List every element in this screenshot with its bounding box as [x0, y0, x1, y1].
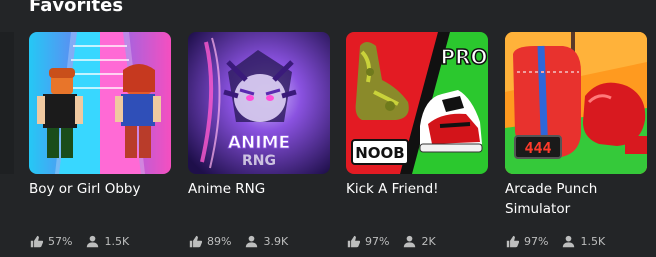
kick-a-friend-thumbnail-art: PRO NOOB: [346, 32, 488, 174]
players-stat: 3.9K: [245, 235, 288, 248]
players-value: 1.5K: [104, 234, 130, 248]
game-thumbnail[interactable]: [29, 32, 171, 174]
person-icon: [87, 235, 99, 247]
game-thumbnail[interactable]: 444: [505, 32, 647, 174]
game-name[interactable]: Arcade Punch Simulator: [505, 179, 647, 219]
person-icon: [246, 235, 258, 247]
game-card-kick-a-friend[interactable]: PRO NOOB Kick A Friend!: [346, 32, 488, 199]
thumb-score-display: 444: [524, 139, 551, 157]
game-card-arcade-punch-simulator[interactable]: 444 Arcade Punch Simulator: [505, 32, 647, 219]
game-name[interactable]: Boy or Girl Obby: [29, 179, 171, 199]
rating-stat: 97%: [506, 235, 548, 248]
rating-value: 97%: [365, 234, 390, 248]
thumbs-up-icon: [506, 235, 519, 247]
person-icon: [404, 235, 416, 247]
game-stats: 89% 3.9K: [189, 233, 288, 249]
thumb-title-anime: ANIME: [228, 133, 290, 153]
rating-stat: 57%: [30, 235, 72, 248]
thumb-text-noob: NOOB: [355, 144, 405, 162]
rating-value: 97%: [524, 234, 549, 248]
players-value: 3.9K: [263, 234, 289, 248]
game-stats: 57% 1.5K: [30, 233, 129, 249]
players-value: 1.5K: [580, 234, 606, 248]
players-stat: 1.5K: [562, 235, 605, 248]
obby-thumbnail-art: [29, 32, 171, 174]
game-thumbnail[interactable]: PRO NOOB: [346, 32, 488, 174]
game-card-anime-rng[interactable]: ANIME RNG Anime RNG: [188, 32, 330, 199]
game-name[interactable]: Anime RNG: [188, 179, 330, 199]
scroll-left-button[interactable]: [0, 32, 14, 174]
anime-rng-thumbnail-art: ANIME RNG: [188, 32, 330, 174]
thumb-text-pro: PRO: [440, 45, 487, 69]
person-icon: [563, 235, 575, 247]
game-card-boy-or-girl-obby[interactable]: Boy or Girl Obby: [29, 32, 171, 199]
game-name[interactable]: Kick A Friend!: [346, 179, 488, 199]
rating-stat: 97%: [347, 235, 389, 248]
section-title-favorites: Favorites: [29, 0, 124, 16]
arcade-punch-thumbnail-art: 444: [505, 32, 647, 174]
thumbs-up-icon: [347, 235, 360, 247]
game-stats: 97% 2K: [347, 233, 436, 249]
players-stat: 1.5K: [86, 235, 129, 248]
game-thumbnail[interactable]: ANIME RNG: [188, 32, 330, 174]
rating-value: 57%: [48, 234, 73, 248]
players-value: 2K: [421, 234, 436, 248]
rating-value: 89%: [207, 234, 232, 248]
game-stats: 97% 1.5K: [506, 233, 605, 249]
thumbs-up-icon: [189, 235, 202, 247]
rating-stat: 89%: [189, 235, 231, 248]
players-stat: 2K: [403, 234, 436, 248]
thumbs-up-icon: [30, 235, 43, 247]
thumb-title-rng: RNG: [242, 153, 276, 169]
